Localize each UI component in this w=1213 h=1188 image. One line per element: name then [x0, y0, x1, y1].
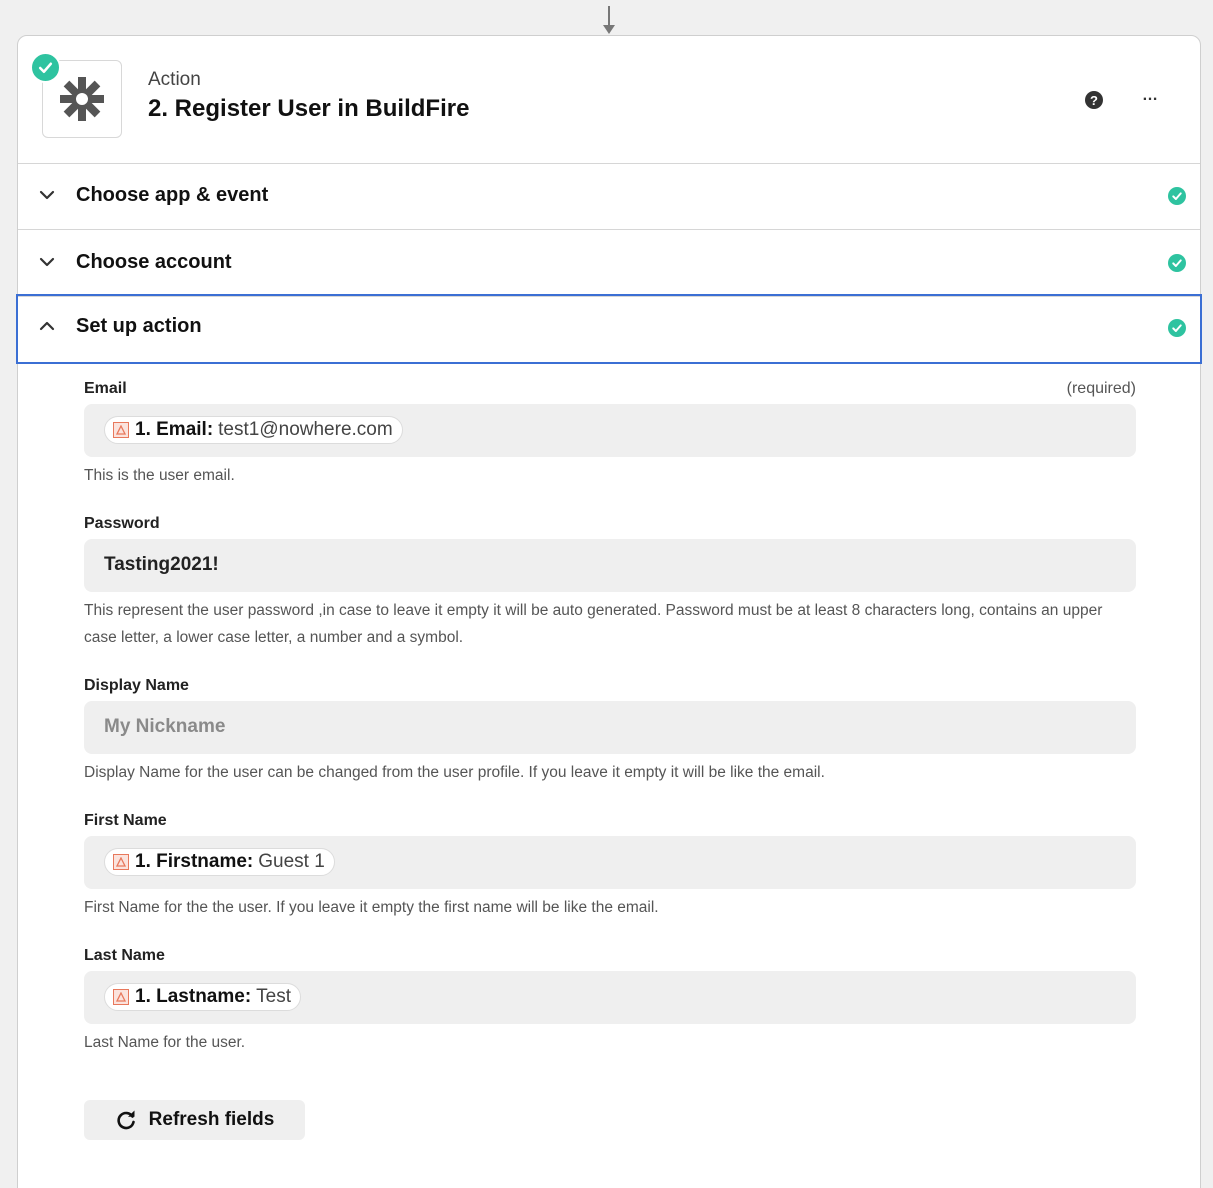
token-key: 1. Email:: [135, 419, 214, 440]
first-name-help: First Name for the the user. If you leav…: [84, 899, 659, 916]
first-name-label: First Name: [84, 812, 167, 829]
chevron-down-icon: [39, 257, 55, 267]
trigger-app-icon: [113, 989, 129, 1005]
required-indicator: (required): [1066, 380, 1136, 397]
chevron-down-icon: [39, 190, 55, 200]
email-help: This is the user email.: [84, 467, 235, 484]
section-label: Choose account: [76, 251, 232, 273]
mapped-field-token[interactable]: 1. Lastname: Test: [104, 983, 302, 1011]
chevron-up-icon: [39, 321, 55, 331]
connector-arrow-icon: [603, 6, 615, 34]
mapped-field-token[interactable]: 1. Email: test1@nowhere.com: [104, 416, 403, 444]
display-name-help: Display Name for the user can be changed…: [84, 764, 825, 781]
display-name-field[interactable]: My Nickname: [84, 701, 1136, 754]
step-header[interactable]: Action 2. Register User in BuildFire ? …: [18, 36, 1200, 164]
trigger-app-icon: [113, 854, 129, 870]
email-label: Email: [84, 380, 127, 397]
token-key: 1. Lastname:: [135, 986, 252, 1007]
first-name-field[interactable]: 1. Firstname: Guest 1: [84, 836, 1136, 889]
section-label: Choose app & event: [76, 184, 269, 206]
last-name-field[interactable]: 1. Lastname: Test: [84, 971, 1136, 1024]
token-value: Guest 1: [258, 851, 325, 872]
email-field[interactable]: 1. Email: test1@nowhere.com: [84, 404, 1136, 457]
section-complete-icon: [1168, 187, 1186, 205]
trigger-app-icon: [113, 422, 129, 438]
refresh-fields-button[interactable]: Refresh fields: [84, 1100, 305, 1140]
token-value: test1@nowhere.com: [218, 419, 393, 440]
token-key: 1. Firstname:: [135, 851, 254, 872]
password-help: This represent the user password ,in cas…: [84, 602, 1103, 646]
password-label: Password: [84, 515, 160, 532]
action-step-card: Action 2. Register User in BuildFire ? ……: [16, 35, 1202, 1188]
display-name-placeholder: My Nickname: [104, 716, 226, 737]
zap-editor-canvas: Action 2. Register User in BuildFire ? ……: [0, 0, 1213, 1188]
step-title: 2. Register User in BuildFire: [148, 95, 470, 122]
section-label: Set up action: [76, 315, 202, 337]
step-kind-label: Action: [148, 69, 201, 90]
display-name-label: Display Name: [84, 677, 189, 694]
refresh-fields-label: Refresh fields: [148, 1109, 275, 1130]
section-complete-icon: [1168, 254, 1186, 272]
question-circle-icon[interactable]: ?: [1085, 91, 1103, 109]
ellipsis-icon[interactable]: …: [1140, 87, 1160, 109]
last-name-help: Last Name for the user.: [84, 1034, 246, 1051]
section-set-up-action[interactable]: Set up action: [16, 294, 1202, 364]
buildfire-asterisk-icon: [60, 77, 104, 121]
password-value: Tasting2021!: [104, 554, 219, 575]
refresh-icon: [117, 1110, 135, 1130]
mapped-field-token[interactable]: 1. Firstname: Guest 1: [104, 848, 335, 876]
section-choose-account[interactable]: Choose account: [18, 230, 1200, 297]
section-complete-icon: [1168, 319, 1186, 337]
token-value: Test: [256, 986, 292, 1007]
password-field[interactable]: Tasting2021!: [84, 539, 1136, 592]
section-choose-app-event[interactable]: Choose app & event: [18, 163, 1200, 230]
last-name-label: Last Name: [84, 947, 165, 964]
step-complete-icon: [30, 52, 61, 83]
